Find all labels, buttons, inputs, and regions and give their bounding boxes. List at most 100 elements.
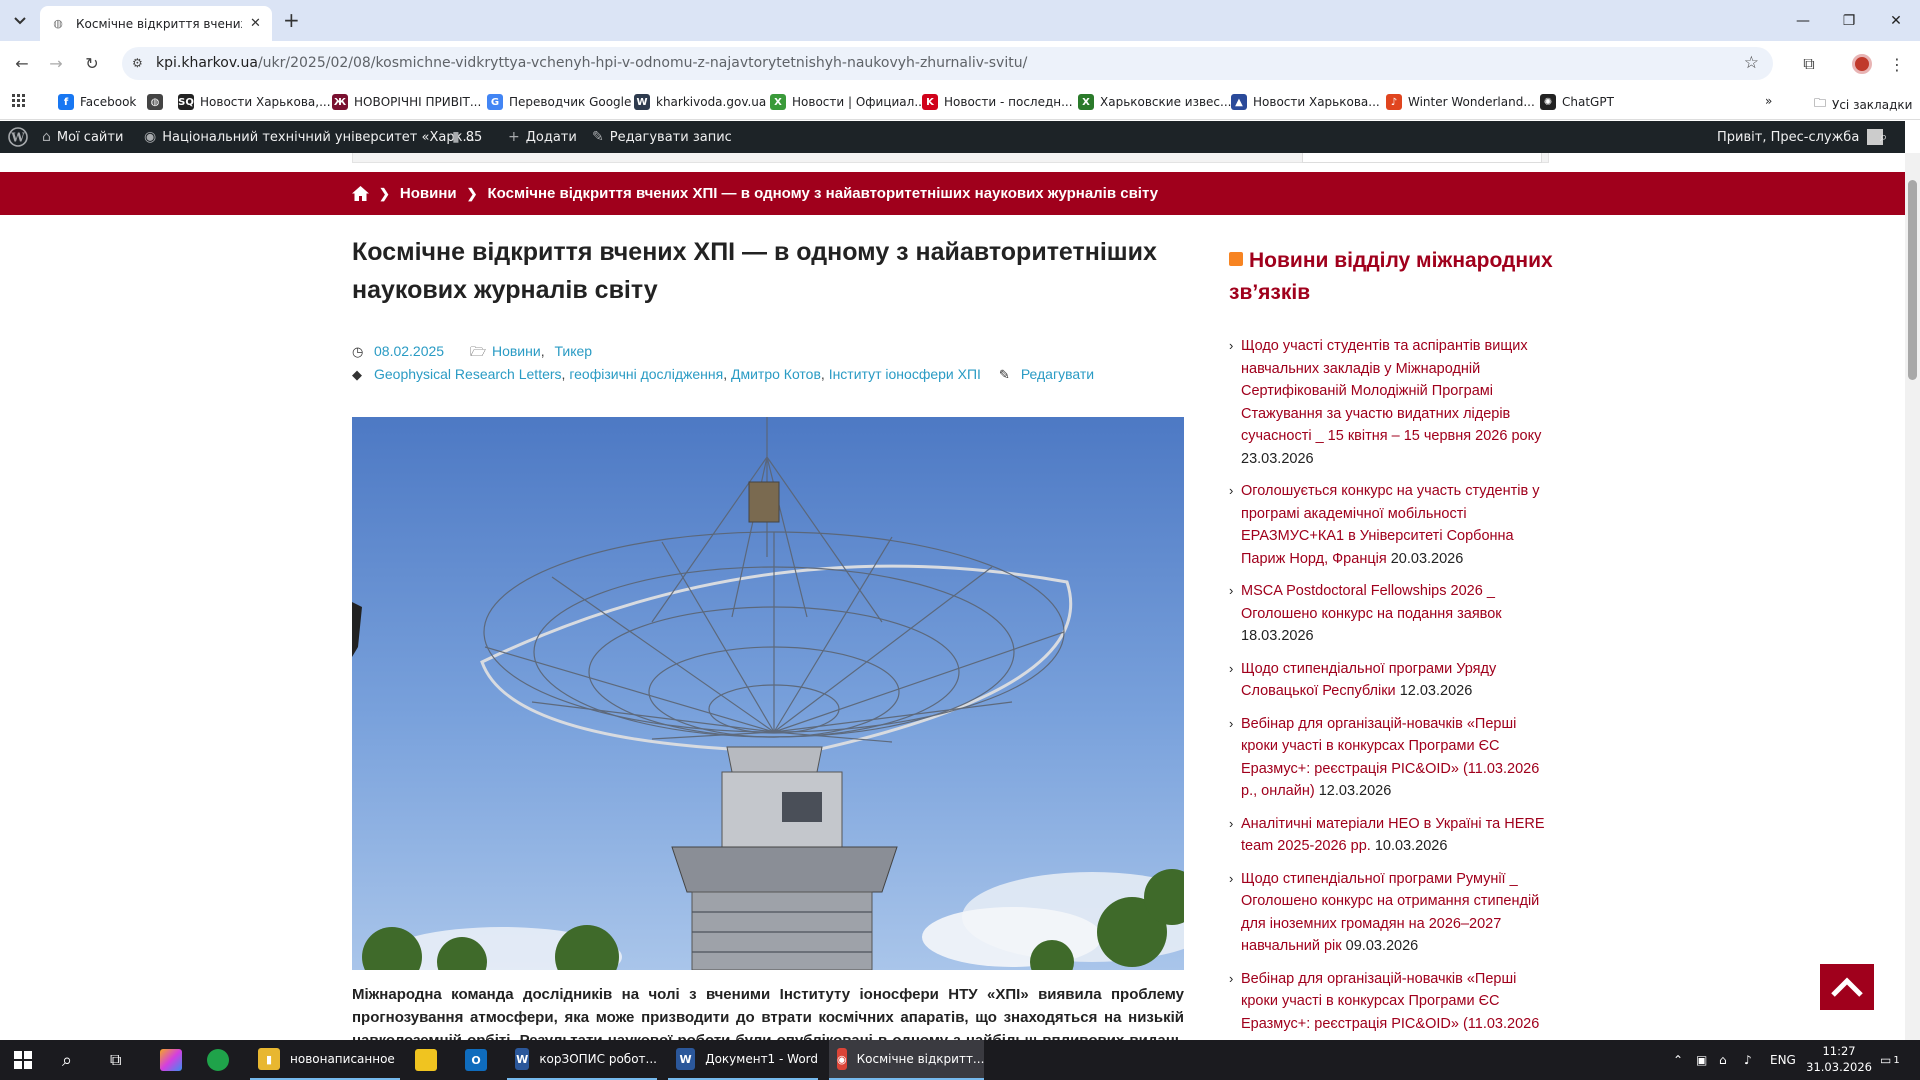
restore-button[interactable]: ❐ xyxy=(1826,0,1872,41)
tag-link[interactable]: Geophysical Research Letters xyxy=(374,366,562,382)
taskbar-app[interactable]: ▮ новонаписанное xyxy=(250,1040,400,1080)
sidebar-news-item: › Аналітичні матеріали НЕО в Україні та H… xyxy=(1229,813,1554,858)
network-icon[interactable]: ⌂ xyxy=(1719,1040,1727,1080)
bookmark-item[interactable]: ▲ Новости Харькова... xyxy=(1231,94,1380,110)
word-icon: W xyxy=(676,1048,696,1070)
task-view-icon[interactable]: ⧉ xyxy=(110,1040,121,1080)
outlook-icon[interactable]: O xyxy=(465,1040,497,1080)
sidebar-news-link[interactable]: Вебінар для організацій-новачків «Перші … xyxy=(1241,971,1539,1032)
home-icon[interactable] xyxy=(352,186,369,201)
store-icon[interactable] xyxy=(415,1040,447,1080)
winter-icon: ♪ xyxy=(1386,94,1402,110)
globe-icon: ◍ xyxy=(147,94,163,110)
all-bookmarks-folder[interactable]: 🗀 Усі закладки xyxy=(1814,94,1912,115)
breadcrumb-section-link[interactable]: Новини xyxy=(400,185,457,202)
meet-icon[interactable]: ▣ xyxy=(1696,1040,1707,1080)
pencil-icon: ✎ xyxy=(592,129,604,145)
more-bookmarks-icon[interactable]: » xyxy=(1765,94,1772,108)
bookmark-item[interactable]: ✺ ChatGPT xyxy=(1540,94,1614,110)
category-link[interactable]: Тикер xyxy=(554,343,592,359)
tab-close-icon[interactable]: ✕ xyxy=(250,16,261,31)
sidebar-news-link[interactable]: Щодо участі студентів та аспірантів вищи… xyxy=(1241,338,1541,444)
address-bar[interactable]: ⚙ kpi.kharkov.ua/ukr/2025/02/08/kosmichn… xyxy=(122,47,1773,80)
sidebar-news-item: › Вебінар для організацій-новачків «Перші… xyxy=(1229,968,1554,1036)
taskbar-app[interactable]: ◉ Космічне відкритт... xyxy=(829,1040,984,1080)
tab-search-button[interactable] xyxy=(8,9,32,33)
site-name-menu[interactable]: ◉ Національний технічний університет «Ха… xyxy=(144,121,475,153)
add-new-menu[interactable]: + Додати xyxy=(508,121,577,153)
post-date-link[interactable]: 08.02.2025 xyxy=(374,343,444,359)
profile-avatar[interactable] xyxy=(1849,51,1875,77)
site-favicon-icon: ◍ xyxy=(53,17,63,30)
bookmark-item[interactable]: Х Харьковские извес... xyxy=(1078,94,1231,110)
search-icon[interactable]: ⌕ xyxy=(62,1040,72,1080)
search-icon[interactable]: ⌕ xyxy=(1880,121,1887,153)
edge-icon[interactable] xyxy=(207,1040,239,1080)
tag-link[interactable]: Інститут іоносфери ХПІ xyxy=(829,366,981,382)
bookmark-item[interactable]: Х Новости | Официал... xyxy=(770,94,926,110)
bookmark-item[interactable]: K Новости - последн... xyxy=(922,94,1073,110)
sidebar-widget: Новини відділу міжнародних зв’язків › Щод… xyxy=(1229,245,1554,1040)
user-account-menu[interactable]: Привіт, Прес-служба xyxy=(1717,121,1884,153)
taskbar-app[interactable]: W Документ1 - Word xyxy=(668,1040,818,1080)
edit-post-link[interactable]: ✎ Редагувати запис xyxy=(592,121,732,153)
chevron-right-icon: ❯ xyxy=(466,185,478,201)
copilot-icon[interactable] xyxy=(160,1040,192,1080)
category-link[interactable]: Новини xyxy=(492,343,541,359)
site-search-input[interactable] xyxy=(1302,153,1542,163)
facebook-icon: f xyxy=(58,94,74,110)
taskbar-app-label: Космічне відкритт... xyxy=(856,1052,985,1066)
volume-icon[interactable]: ♪ xyxy=(1744,1040,1752,1080)
house-icon: ⌂ xyxy=(42,129,51,145)
scroll-to-top-button[interactable] xyxy=(1820,964,1874,1010)
rss-icon xyxy=(1229,252,1243,266)
extensions-icon[interactable]: ⧉ xyxy=(1796,51,1822,77)
edit-post-link[interactable]: Редагувати xyxy=(1021,366,1094,382)
bookmark-star-icon[interactable]: ☆ xyxy=(1744,53,1759,73)
bookmark-item[interactable]: Ж НОВОРІЧНІ ПРИВІТ... xyxy=(332,94,481,110)
taskbar-clock[interactable]: 11:27 31.03.2026 xyxy=(1806,1043,1872,1075)
bookmark-label: Переводчик Google xyxy=(509,95,632,109)
chevron-right-icon: › xyxy=(1229,338,1234,353)
taskbar-app[interactable]: WкорЗОПИС робот... xyxy=(507,1040,657,1080)
bookmark-item[interactable]: G Переводчик Google xyxy=(487,94,631,110)
news-date: 10.03.2026 xyxy=(1374,838,1448,854)
scrollbar-thumb[interactable] xyxy=(1908,180,1917,380)
news-date: 12.03.2026 xyxy=(1318,783,1392,799)
bookmark-item[interactable]: Wkharkivoda.gov.ua xyxy=(634,94,766,110)
bookmark-item[interactable]: ♪ Winter Wonderland... xyxy=(1386,94,1535,110)
sidebar-news-link[interactable]: MSCA Postdoctoral Fellowships 2026 _ Ого… xyxy=(1241,583,1502,622)
new-tab-button[interactable]: + xyxy=(283,10,300,30)
tab-active[interactable]: ◍ Космічне відкриття вчених ХП ✕ xyxy=(40,6,272,41)
tag-link[interactable]: Дмитро Котов xyxy=(731,366,821,382)
tag-link[interactable]: геофізичні дослідження xyxy=(569,366,723,382)
my-sites-menu[interactable]: ⌂ Мої сайти xyxy=(42,121,123,153)
clock-icon: ◷ xyxy=(352,344,364,359)
bookmark-label: Новости | Официал... xyxy=(792,95,926,109)
page-scrollbar[interactable] xyxy=(1905,153,1920,1040)
notifications-button[interactable]: ▭ 1 xyxy=(1880,1040,1900,1080)
reload-button[interactable]: ↻ xyxy=(80,51,104,75)
sidebar-title[interactable]: Новини відділу міжнародних зв’язків xyxy=(1229,245,1554,309)
sidebar-news-item: › Щодо стипендіальної програми Уряду Слов… xyxy=(1229,658,1554,703)
tray-chevron-icon[interactable]: ⌃ xyxy=(1673,1040,1683,1080)
wordpress-logo-icon[interactable]: W xyxy=(8,121,28,153)
close-window-button[interactable]: ✕ xyxy=(1873,0,1919,41)
bookmark-item[interactable]: ◍ xyxy=(147,94,169,110)
web-page: ❯ Новини ❯ Космічне відкриття вчених ХПІ… xyxy=(0,153,1905,1040)
minimize-button[interactable]: — xyxy=(1780,0,1826,41)
menu-kebab-icon[interactable]: ⋮ xyxy=(1884,51,1910,77)
browser-toolbar: ← → ↻ ⚙ kpi.kharkov.ua/ukr/2025/02/08/ko… xyxy=(0,41,1920,85)
forward-button[interactable]: → xyxy=(44,51,68,75)
news-date: 23.03.2026 xyxy=(1241,450,1314,467)
back-button[interactable]: ← xyxy=(10,51,34,75)
apps-grid-icon[interactable] xyxy=(12,94,26,108)
svg-text:W: W xyxy=(10,131,25,145)
edit-icon: ✎ xyxy=(998,367,1010,382)
start-button[interactable] xyxy=(14,1040,32,1080)
site-info-icon[interactable]: ⚙ xyxy=(132,56,143,70)
bookmark-item[interactable]: f Facebook xyxy=(58,94,136,110)
bookmark-item[interactable]: SQ Новости Харькова,... xyxy=(178,94,331,110)
language-indicator[interactable]: ENG xyxy=(1770,1040,1796,1080)
comments-link[interactable]: ▮ 85 xyxy=(452,121,482,153)
